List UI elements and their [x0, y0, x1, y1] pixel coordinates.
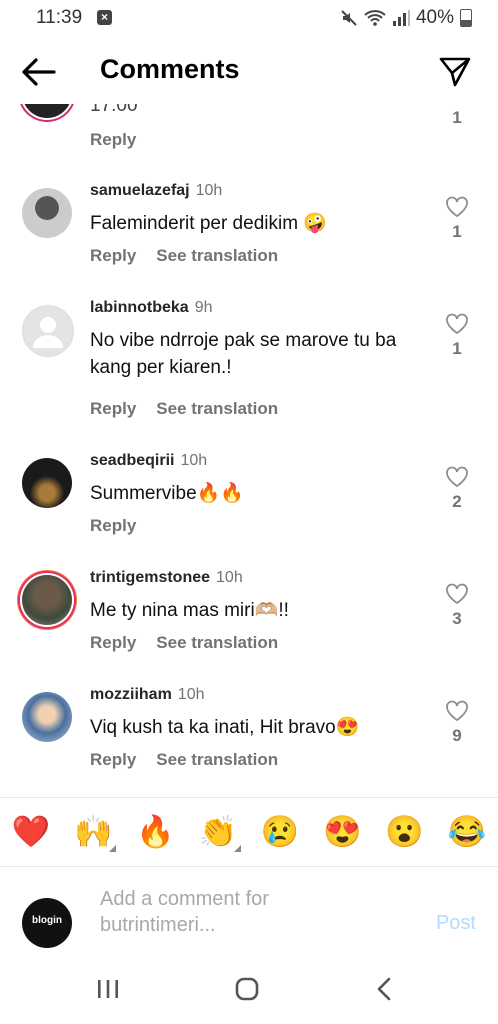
like-area: 1: [442, 196, 472, 242]
add-comment-row: blogin Add a comment for butrintimeri...…: [0, 868, 498, 968]
avatar[interactable]: [22, 104, 72, 118]
heart-icon[interactable]: [445, 583, 469, 605]
comment-text: Faleminderit per dedikim 🤪: [90, 213, 327, 234]
comment-time: 9h: [194, 299, 213, 316]
default-avatar-icon: [33, 317, 63, 348]
comment-actions: Reply: [90, 516, 156, 536]
skin-tone-indicator-icon: [109, 845, 117, 852]
username-link[interactable]: trintigemstonee: [90, 569, 210, 586]
avatar[interactable]: [22, 188, 72, 238]
emoji-crying-button[interactable]: 😢: [255, 812, 305, 852]
comment-time: 10h: [180, 452, 208, 469]
current-user-avatar: blogin: [22, 898, 72, 948]
comment-meta: labinnotbeka 9h: [90, 299, 212, 317]
page-title: Comments: [100, 54, 240, 84]
see-translation-button[interactable]: See translation: [156, 633, 278, 652]
comment-text: 17:00: [90, 104, 138, 116]
comments-list[interactable]: 17:00 Reply 1 samuelazefaj 10h Faleminder…: [0, 104, 498, 794]
like-count: 1: [452, 339, 462, 358]
battery-percent: 40%: [415, 7, 454, 28]
emoji-heart-button[interactable]: ❤️: [6, 812, 56, 852]
comment-time: 10h: [195, 182, 223, 199]
see-translation-button[interactable]: See translation: [156, 399, 278, 418]
see-translation-button[interactable]: See translation: [156, 750, 278, 769]
emoji-laughing-button[interactable]: 😂: [442, 812, 492, 852]
comment-actions: Reply: [90, 130, 156, 150]
system-nav-bar: [0, 966, 498, 1024]
like-area: 2: [442, 466, 472, 512]
status-time: 11:39: [36, 7, 83, 28]
comment-meta: seadbeqirii 10h: [90, 452, 207, 470]
comment-actions: Reply See translation: [90, 399, 298, 419]
emoji-surprised-button[interactable]: 😮: [380, 812, 430, 852]
comment-text: Me ty nina mas miri🫶🏼!!: [90, 600, 289, 621]
emoji-clap-button[interactable]: 👏: [193, 812, 243, 852]
like-count: 1: [452, 108, 462, 127]
comment-actions: Reply See translation: [90, 633, 298, 653]
back-arrow-icon[interactable]: [18, 54, 58, 90]
reply-button[interactable]: Reply: [90, 633, 136, 652]
avatar[interactable]: [22, 692, 72, 742]
emoji-raised-hands-button[interactable]: 🙌: [68, 812, 118, 852]
reply-button[interactable]: Reply: [90, 399, 136, 418]
recent-apps-icon[interactable]: [96, 976, 120, 1002]
notification-x-icon: ×: [97, 10, 112, 25]
heart-icon[interactable]: [445, 700, 469, 722]
comment-meta: trintigemstonee 10h: [90, 569, 243, 587]
signal-icon: [392, 10, 410, 26]
see-translation-button[interactable]: See translation: [156, 246, 278, 265]
like-count: 3: [452, 609, 462, 628]
emoji-clap: 👏: [198, 814, 238, 849]
reply-button[interactable]: Reply: [90, 130, 136, 149]
like-count: 2: [452, 492, 462, 511]
comment-actions: Reply See translation: [90, 246, 298, 266]
avatar[interactable]: [22, 575, 72, 625]
comment-time: 10h: [177, 686, 205, 703]
reply-button[interactable]: Reply: [90, 750, 136, 769]
comment-input[interactable]: Add a comment for butrintimeri...: [100, 886, 320, 938]
like-area: 1: [442, 104, 472, 128]
like-area: 3: [442, 583, 472, 629]
username-link[interactable]: samuelazefaj: [90, 182, 190, 199]
username-link[interactable]: mozziiham: [90, 686, 172, 703]
heart-icon[interactable]: [445, 196, 469, 218]
emoji-fire-button[interactable]: 🔥: [131, 812, 181, 852]
comment-text: Summervibe🔥🔥: [90, 483, 244, 504]
reply-button[interactable]: Reply: [90, 516, 136, 535]
comment-text: Viq kush ta ka inati, Hit bravo😍: [90, 717, 360, 738]
battery-icon: [460, 9, 472, 27]
reply-button[interactable]: Reply: [90, 246, 136, 265]
status-bar: 11:39 × 40%: [0, 0, 498, 36]
like-count: 1: [452, 222, 462, 241]
emoji-heart-eyes-button[interactable]: 😍: [317, 812, 367, 852]
avatar[interactable]: [22, 305, 74, 357]
emoji-reaction-bar: ❤️ 🙌 🔥 👏 😢 😍 😮 😂: [0, 797, 498, 867]
comment-meta: mozziiham 10h: [90, 686, 205, 704]
home-icon[interactable]: [234, 976, 260, 1002]
comment-meta: samuelazefaj 10h: [90, 182, 222, 200]
post-button[interactable]: Post: [436, 912, 476, 935]
like-area: 9: [442, 700, 472, 746]
send-icon[interactable]: [438, 54, 472, 88]
wifi-icon: [364, 10, 386, 26]
back-nav-icon[interactable]: [374, 976, 394, 1002]
skin-tone-indicator-icon: [233, 845, 241, 852]
mute-icon: [341, 10, 357, 26]
heart-icon[interactable]: [445, 466, 469, 488]
comment-time: 10h: [216, 569, 243, 586]
avatar[interactable]: [22, 458, 72, 508]
comment-actions: Reply See translation: [90, 750, 298, 770]
like-count: 9: [452, 726, 462, 745]
username-link[interactable]: seadbeqirii: [90, 452, 174, 469]
heart-icon[interactable]: [445, 313, 469, 335]
header: Comments: [0, 40, 498, 104]
comment-text: No vibe ndrroje pak se marove tu ba kang…: [90, 330, 397, 378]
status-icons: 40%: [340, 7, 472, 29]
username-link[interactable]: labinnotbeka: [90, 299, 189, 316]
emoji-raised-hands: 🙌: [74, 814, 113, 849]
like-area: 1: [442, 313, 472, 359]
